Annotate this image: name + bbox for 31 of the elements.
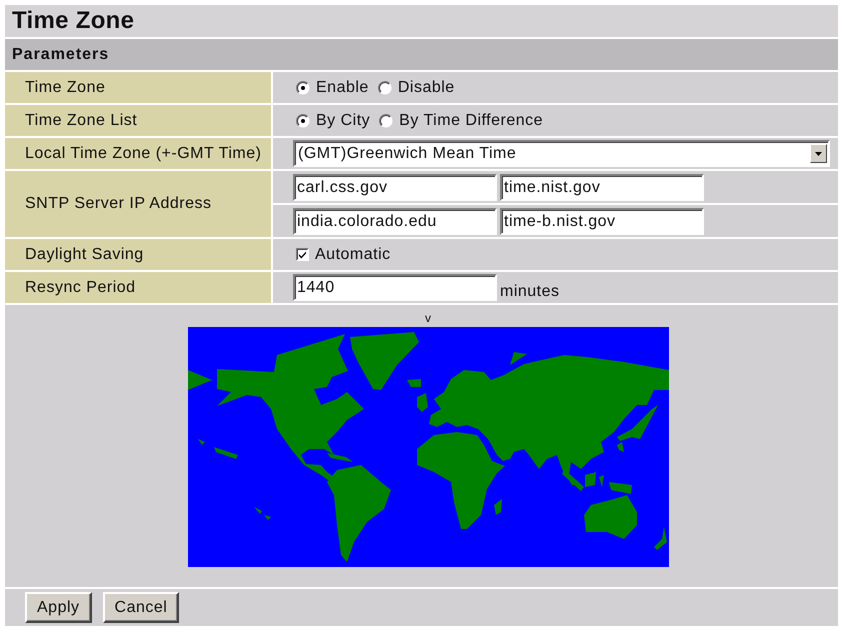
radio-button[interactable] bbox=[296, 80, 310, 94]
checkbox-label: Automatic bbox=[315, 246, 391, 264]
text-field[interactable]: carl.css.gov bbox=[293, 174, 497, 200]
text-field[interactable]: time.nist.gov bbox=[500, 174, 704, 200]
field-label: Time Zone List bbox=[5, 105, 271, 136]
field-label: Resync Period bbox=[5, 272, 271, 303]
section-header: Parameters bbox=[5, 39, 838, 70]
unit-label: minutes bbox=[500, 282, 560, 300]
select-value: (GMT)Greenwich Mean Time bbox=[298, 144, 516, 162]
field-label: Time Zone bbox=[5, 72, 271, 103]
page-title: Time Zone bbox=[5, 5, 838, 37]
apply-button[interactable]: Apply bbox=[25, 592, 92, 623]
radio-button[interactable] bbox=[378, 80, 392, 94]
radio-button[interactable] bbox=[296, 114, 310, 128]
text-field[interactable]: 1440 bbox=[293, 274, 497, 301]
map-marker: v bbox=[425, 310, 431, 327]
dropdown-button[interactable] bbox=[810, 144, 827, 163]
radio-button[interactable] bbox=[379, 114, 394, 128]
text-field[interactable]: time-b.nist.gov bbox=[500, 208, 704, 234]
radio-label: Disable bbox=[398, 78, 455, 96]
caret-icon bbox=[815, 152, 822, 156]
radio-label: By Time Difference bbox=[399, 112, 544, 130]
checkbox[interactable] bbox=[296, 248, 309, 261]
radio-label: Enable bbox=[316, 78, 369, 96]
field-label: SNTP Server IP Address bbox=[5, 171, 271, 237]
field-label: Daylight Saving bbox=[5, 239, 271, 270]
radio-label: By City bbox=[316, 112, 370, 130]
timezone-select[interactable]: (GMT)Greenwich Mean Time bbox=[293, 140, 830, 167]
cancel-button[interactable]: Cancel bbox=[102, 592, 180, 623]
text-field[interactable]: india.colorado.edu bbox=[293, 208, 497, 234]
field-label: Local Time Zone (+-GMT Time) bbox=[5, 138, 271, 169]
